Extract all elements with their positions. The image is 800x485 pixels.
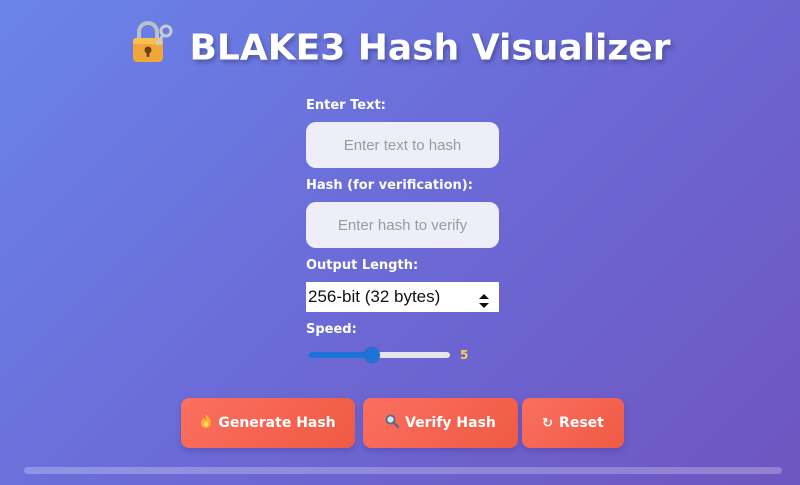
refresh-icon: ↻ bbox=[542, 416, 554, 431]
speed-slider-row: 5 bbox=[306, 340, 501, 370]
page-title: BLAKE3 Hash Visualizer bbox=[0, 18, 800, 81]
hash-form: Enter Text: Hash (for verification): Out… bbox=[306, 96, 501, 370]
generate-hash-label: Generate Hash bbox=[218, 415, 336, 431]
select-arrows-icon bbox=[478, 289, 490, 308]
speed-slider-thumb[interactable] bbox=[364, 347, 380, 363]
reset-button[interactable]: ↻ Reset bbox=[522, 398, 624, 448]
progress-bar bbox=[24, 467, 782, 474]
speed-label: Speed: bbox=[306, 322, 357, 337]
verify-hash-label: Verify Hash bbox=[405, 415, 496, 431]
lock-with-key-icon bbox=[129, 18, 175, 81]
text-label: Enter Text: bbox=[306, 98, 386, 113]
hash-label: Hash (for verification): bbox=[306, 178, 473, 193]
magnifier-icon bbox=[385, 399, 400, 449]
output-length-select[interactable]: 256-bit (32 bytes) bbox=[306, 282, 499, 312]
speed-slider-fill bbox=[308, 352, 372, 358]
verify-hash-button[interactable]: Verify Hash bbox=[363, 398, 518, 448]
speed-value: 5 bbox=[460, 348, 469, 362]
generate-hash-button[interactable]: Generate Hash bbox=[181, 398, 355, 448]
output-length-label: Output Length: bbox=[306, 258, 419, 273]
fire-icon bbox=[200, 399, 212, 449]
hash-input[interactable] bbox=[306, 202, 499, 248]
output-length-value: 256-bit (32 bytes) bbox=[308, 287, 441, 306]
text-input[interactable] bbox=[306, 122, 499, 168]
reset-label: Reset bbox=[559, 415, 604, 431]
title-text: BLAKE3 Hash Visualizer bbox=[189, 27, 671, 69]
